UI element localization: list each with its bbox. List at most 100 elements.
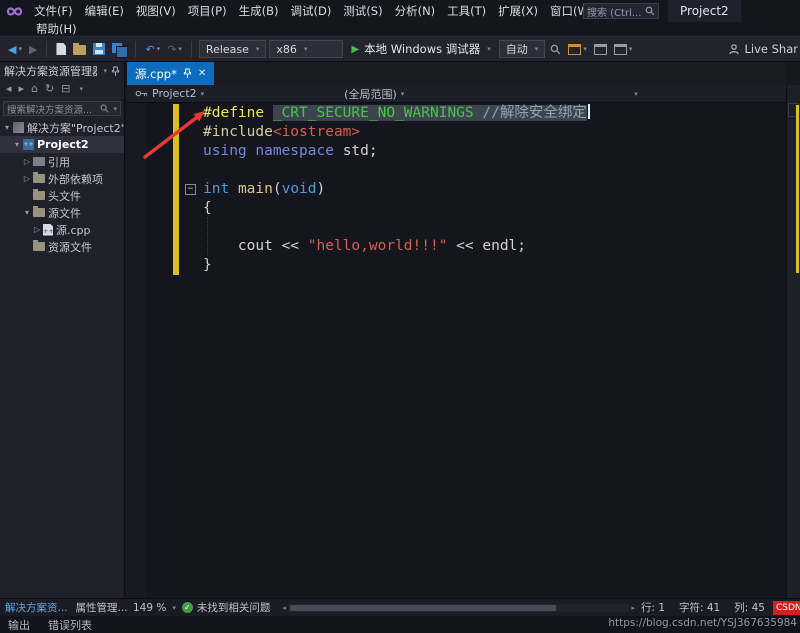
problems-status[interactable]: 未找到相关问题 [197, 600, 271, 615]
save-button[interactable] [91, 43, 107, 55]
solution-explorer-panel: 解决方案资源管理器 ▾ ◂ ▸ ⌂ ↻ ⊟ ▾ 搜索解决方案资源... ▾ ▾ 解… [0, 62, 125, 598]
navigate-forward-button[interactable]: ▶ [27, 43, 39, 56]
check-circle-icon[interactable]: ✓ [181, 602, 193, 613]
code-line[interactable]: cout << "hello,world!!!" << endl; [127, 237, 786, 256]
start-debugging-button[interactable]: ▶ 本地 Windows 调试器 ▾ [346, 41, 495, 57]
window-title: Project2 [668, 0, 741, 22]
collapsed-icon[interactable]: ▷ [32, 225, 42, 234]
menu-item[interactable]: 帮助(H) [30, 22, 83, 36]
collapsed-icon[interactable]: ▷ [22, 174, 32, 183]
menu-item[interactable]: 调试(D) [284, 0, 337, 22]
tree-item-label: Project2 [37, 138, 89, 151]
folder-icon [33, 240, 45, 251]
expanded-icon[interactable]: ▾ [12, 140, 22, 149]
home-icon[interactable]: ⌂ [31, 82, 38, 95]
char-indicator: 字符: 41 [679, 602, 721, 614]
menu-item[interactable]: 文件(F) [28, 0, 79, 22]
change-tracking-bar [173, 180, 179, 199]
pin-icon[interactable] [111, 66, 120, 77]
menu-item[interactable]: 分析(N) [389, 0, 442, 22]
visual-studio-logo-icon [6, 4, 24, 19]
tree-item-external-deps[interactable]: ▷ 外部依赖项 [0, 170, 124, 187]
tree-item-source-cpp[interactable]: ▷ ++ 源.cpp [0, 221, 124, 238]
folder-icon [33, 189, 45, 200]
code-line[interactable]: − int main(void) [127, 180, 786, 199]
collapse-all-icon[interactable]: ⊟ [61, 82, 70, 95]
titlebar-search[interactable]: 搜索 (Ctrl... [583, 3, 659, 19]
menu-item[interactable]: 项目(P) [182, 0, 233, 22]
column-indicator: 列: 45 [734, 602, 765, 614]
back-icon[interactable]: ◂ [6, 82, 12, 95]
tool-window-tabs: 解决方案资... 属性管理... [0, 600, 127, 615]
more-options-icon[interactable]: ▾ [79, 85, 83, 93]
tree-item-label: 资源文件 [48, 240, 92, 254]
collapsed-icon[interactable]: ▷ [22, 157, 32, 166]
save-icon [93, 43, 106, 55]
line-indicator: 行: 1 [640, 602, 665, 614]
find-in-files-button[interactable] [548, 44, 563, 55]
live-share-icon [729, 44, 740, 55]
tab-source-cpp[interactable]: 源.cpp* ✕ [127, 62, 215, 85]
open-file-button[interactable] [71, 43, 88, 55]
refresh-icon[interactable]: ↻ [45, 82, 54, 95]
pin-icon[interactable] [183, 68, 192, 79]
chevron-down-icon[interactable]: ▾ [113, 105, 117, 113]
chevron-down-icon: ▾ [200, 89, 205, 98]
code-line[interactable]: { [127, 199, 786, 218]
solution-search-input: 搜索解决方案资源... [7, 104, 93, 116]
command-window-button[interactable] [592, 43, 609, 55]
editor-tab-bar: 源.cpp* ✕ [127, 62, 786, 85]
menu-item[interactable]: 编辑(E) [79, 0, 130, 22]
expanded-icon[interactable]: ▾ [2, 123, 12, 132]
undo-button[interactable]: ↶ ▾ [143, 43, 162, 56]
tool-window-tab[interactable]: 解决方案资... [2, 600, 71, 615]
close-icon[interactable]: ✕ [198, 68, 206, 79]
bottom-panel-tab[interactable]: 错误列表 [48, 617, 92, 633]
editor-horizontal-scrollbar[interactable]: ◂ ▸ [282, 603, 635, 612]
code-line[interactable]: } [127, 256, 786, 275]
tree-item-source-files[interactable]: ▾ 源文件 [0, 204, 124, 221]
menu-item[interactable]: 生成(B) [233, 0, 285, 22]
solution-search-box[interactable]: 搜索解决方案资源... ▾ [3, 101, 121, 116]
code-editor[interactable]: #define _CRT_SECURE_NO_WARNINGS //解除安全绑定… [127, 103, 786, 598]
chevron-down-icon[interactable]: ▾ [103, 67, 107, 75]
search-input: 搜索 (Ctrl... [587, 7, 642, 19]
navigate-back-button[interactable]: ◀ ▾ [6, 43, 24, 56]
play-icon: ▶ [351, 43, 360, 55]
change-tracking-bar [173, 218, 179, 237]
solution-configuration-combo[interactable]: Release ▾ [198, 40, 267, 58]
watermark: https://blog.csdn.net/YSJ367635984 [608, 617, 797, 629]
fold-collapse-icon[interactable]: − [185, 184, 196, 195]
save-all-button[interactable] [110, 42, 129, 58]
zoom-combo[interactable]: 149 % ▾ [127, 602, 182, 614]
solution-explorer-sync-button[interactable]: ▾ [566, 43, 589, 55]
tree-item-solution[interactable]: ▾ 解决方案"Project2" [0, 119, 124, 136]
solution-icon [13, 122, 24, 133]
tree-item-resource-files[interactable]: 资源文件 [0, 238, 124, 255]
tree-item-header-files[interactable]: 头文件 [0, 187, 124, 204]
breadcrumb-member[interactable]: ▾ [634, 90, 638, 98]
annotation-arrow [143, 111, 205, 159]
menu-item[interactable]: 扩展(X) [492, 0, 544, 22]
breadcrumb-scope[interactable]: (全局范围) ▾ [344, 86, 404, 102]
new-file-button[interactable] [54, 43, 68, 55]
expanded-icon[interactable]: ▾ [22, 208, 32, 217]
code-line[interactable] [127, 218, 786, 237]
immediate-window-button[interactable]: ▾ [612, 43, 635, 55]
search-icon [645, 6, 655, 16]
menu-bar-row2: 帮助(H) [0, 22, 800, 36]
tree-item-references[interactable]: ▷ 引用 [0, 153, 124, 170]
vertical-scrollbar[interactable] [786, 85, 800, 598]
menu-item[interactable]: 视图(V) [130, 0, 182, 22]
tool-window-tab[interactable]: 属性管理... [73, 600, 127, 615]
breadcrumb-project[interactable]: Project2 ▾ [135, 87, 204, 100]
redo-button[interactable]: ↷ ▾ [165, 43, 184, 56]
solution-platform-combo[interactable]: x86 ▾ [269, 40, 344, 58]
live-share-button[interactable]: Live Shar [726, 42, 800, 56]
menu-item[interactable]: 工具(T) [441, 0, 492, 22]
forward-icon[interactable]: ▸ [19, 82, 25, 95]
bottom-panel-tab[interactable]: 输出 [8, 617, 30, 633]
auto-combo[interactable]: 自动 ▾ [498, 40, 546, 58]
tree-item-project[interactable]: ▾ ++ Project2 [0, 136, 124, 153]
menu-item[interactable]: 测试(S) [337, 0, 388, 22]
